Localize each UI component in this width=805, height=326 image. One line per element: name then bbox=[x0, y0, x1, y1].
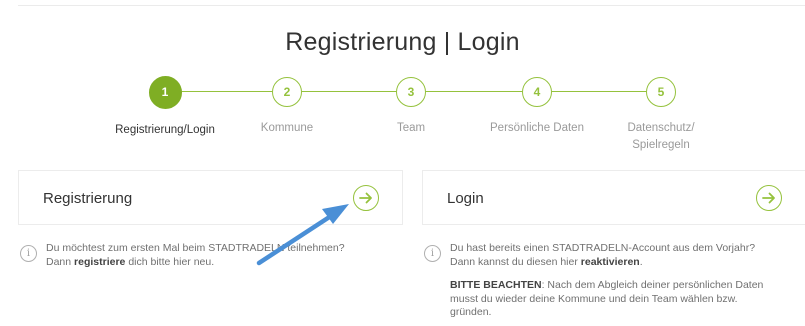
registration-arrow-button[interactable] bbox=[353, 185, 379, 211]
registration-info: Du möchtest zum ersten Mal beim STADTRAD… bbox=[46, 242, 396, 269]
step-1[interactable]: 1 Registrierung/Login bbox=[100, 76, 230, 139]
step-label: Registrierung/Login bbox=[115, 124, 215, 136]
step-number: 4 bbox=[522, 77, 552, 107]
login-info-line: Du hast bereits einen STADTRADELN-Accoun… bbox=[450, 242, 756, 254]
registration-title: Registrierung bbox=[43, 190, 133, 207]
step-number: 1 bbox=[148, 76, 182, 109]
step-number: 5 bbox=[646, 77, 676, 107]
page-title: Registrierung | Login bbox=[285, 28, 520, 56]
info-icon: i bbox=[424, 245, 441, 262]
step-label-line: Datenschutz/ bbox=[627, 122, 695, 134]
info-icon: i bbox=[20, 245, 37, 262]
login-note-line: gründen. bbox=[450, 306, 492, 318]
login-title: Login bbox=[447, 190, 484, 207]
login-note-line: BITTE BEACHTEN: Nach dem Abgleich deiner… bbox=[450, 279, 802, 293]
step-label: Datenschutz/ Spielregeln bbox=[596, 120, 726, 154]
note-text: : Nach dem Abgleich deiner persönlichen … bbox=[541, 279, 764, 291]
register-emphasis: registriere bbox=[74, 255, 126, 268]
note-heading: BITTE BEACHTEN bbox=[450, 279, 542, 291]
info-text-part: Dann kannst du diesen hier bbox=[450, 255, 581, 268]
step-label-line: Spielregeln bbox=[632, 139, 690, 151]
login-info: Du hast bereits einen STADTRADELN-Accoun… bbox=[450, 242, 802, 320]
step-number: 2 bbox=[272, 77, 302, 107]
info-text-part: Dann bbox=[46, 255, 75, 268]
info-text-part: . bbox=[639, 255, 643, 268]
step-2[interactable]: 2 Kommune bbox=[222, 76, 352, 137]
login-card[interactable]: Login bbox=[422, 170, 805, 225]
registration-info-line: Dann registriere dich bitte hier neu. bbox=[46, 256, 396, 270]
registration-info-line: Du möchtest zum ersten Mal beim STADTRAD… bbox=[46, 242, 345, 254]
step-label: Kommune bbox=[260, 122, 314, 134]
login-info-line: Dann kannst du diesen hier reaktivieren. bbox=[450, 256, 802, 270]
top-divider bbox=[18, 5, 805, 6]
step-3[interactable]: 3 Team bbox=[346, 76, 476, 137]
step-number: 3 bbox=[396, 77, 426, 107]
login-arrow-button[interactable] bbox=[756, 185, 782, 211]
step-label: Team bbox=[396, 122, 426, 134]
step-label: Persönliche Daten bbox=[490, 122, 584, 134]
login-note-line: musst du wieder deine Kommune und dein T… bbox=[450, 292, 738, 305]
registration-page: Registrierung | Login 1 Registrierung/Lo… bbox=[0, 0, 805, 326]
step-4[interactable]: 4 Persönliche Daten bbox=[472, 76, 602, 137]
info-text-part: dich bitte hier neu. bbox=[125, 255, 215, 268]
arrow-right-icon bbox=[762, 192, 775, 204]
registration-card[interactable]: Registrierung bbox=[18, 170, 403, 225]
step-5[interactable]: 5 Datenschutz/ Spielregeln bbox=[596, 76, 726, 154]
reactivate-emphasis: reaktivieren bbox=[580, 255, 640, 268]
progress-stepper: 1 Registrierung/Login 2 Kommune 3 Team 4… bbox=[0, 76, 805, 156]
arrow-right-icon bbox=[359, 192, 372, 204]
